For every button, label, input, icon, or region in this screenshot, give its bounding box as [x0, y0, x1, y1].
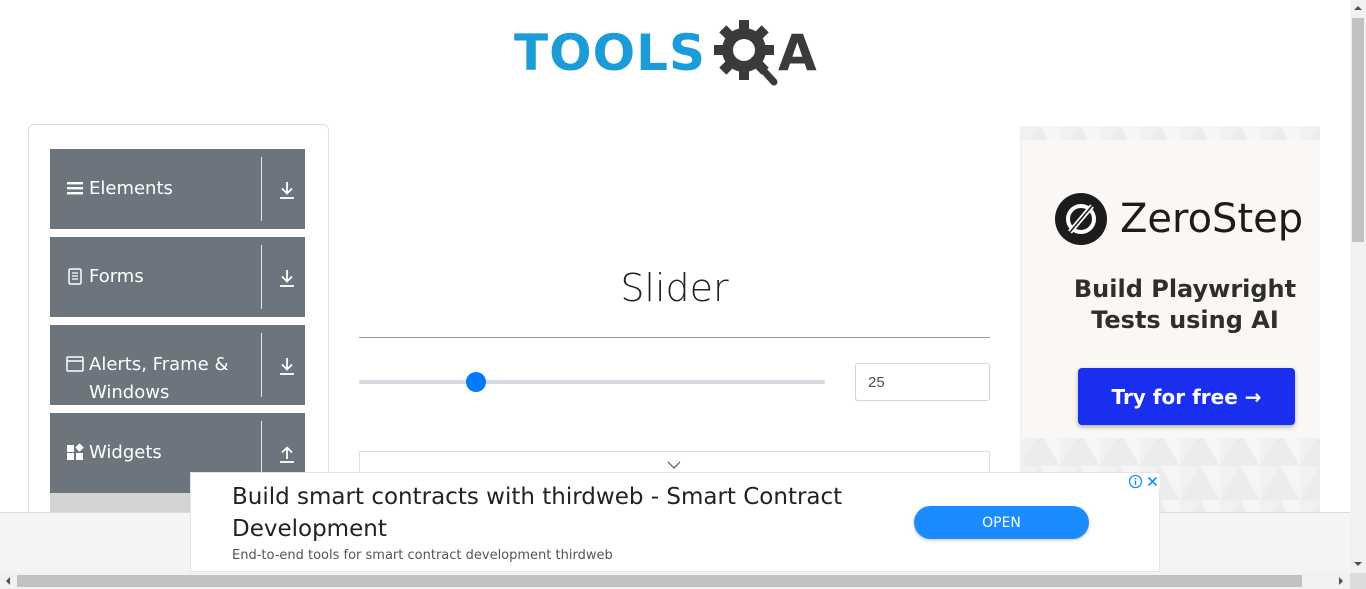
page: TOOLS A Elements Forms Alerts, Frame & W… — [0, 0, 1366, 589]
open-button[interactable]: OPEN — [914, 506, 1089, 539]
toolsqa-logo[interactable]: TOOLS A — [514, 14, 817, 92]
sidebar-group-label: Widgets — [89, 442, 162, 463]
gear-magnifier-icon — [714, 20, 778, 86]
scroll-up-icon[interactable] — [1354, 4, 1362, 12]
horizontal-scrollbar[interactable] — [0, 573, 1350, 589]
hamburger-icon — [67, 182, 83, 195]
sidebar-group-forms[interactable]: Forms — [50, 237, 305, 317]
close-icon[interactable] — [1145, 474, 1160, 489]
sidebar-group-alerts[interactable]: Alerts, Frame & Windows — [50, 325, 305, 405]
vertical-scrollbar[interactable] — [1350, 0, 1366, 574]
ad-tagline: Build Playwright Tests using AI — [1073, 275, 1297, 334]
chevron-down-icon[interactable] — [667, 460, 681, 470]
sidebar-group-label: Alerts, Frame & Windows — [89, 354, 229, 403]
sidebar-group-elements[interactable]: Elements — [50, 149, 305, 229]
divider — [261, 333, 262, 397]
document-icon — [68, 268, 82, 285]
window-icon — [66, 356, 84, 372]
download-arrow-icon — [280, 270, 294, 287]
scrollbar-corner — [1350, 573, 1366, 589]
try-for-free-button[interactable]: Try for free → — [1078, 368, 1295, 425]
download-arrow-icon — [280, 358, 294, 375]
widgets-icon — [67, 443, 84, 460]
bottom-ad[interactable]: Build smart contracts with thirdweb - Sm… — [190, 472, 1160, 572]
upload-arrow-icon — [280, 446, 294, 463]
horizontal-scroll-thumb[interactable] — [17, 575, 1302, 587]
ad-card: ZeroStep Build Playwright Tests using AI… — [1022, 140, 1320, 438]
sidebar-group-label: Forms — [89, 266, 144, 287]
scroll-right-icon[interactable] — [1337, 577, 1345, 585]
download-arrow-icon — [280, 182, 294, 199]
slider-handle[interactable] — [465, 372, 486, 392]
title-divider — [359, 337, 990, 338]
scroll-down-icon[interactable] — [1354, 560, 1362, 568]
logo-text: TOOLS — [514, 24, 706, 82]
ad-brand: ZeroStep — [1120, 196, 1304, 242]
slider-track[interactable] — [359, 380, 825, 384]
scroll-left-icon[interactable] — [4, 577, 12, 585]
sidebar-group-label: Elements — [89, 178, 173, 199]
page-title: Slider — [620, 266, 729, 310]
logo-text-a: A — [778, 24, 817, 82]
divider — [261, 245, 262, 309]
ad-title[interactable]: Build smart contracts with thirdweb - Sm… — [232, 481, 902, 545]
info-icon[interactable] — [1128, 474, 1143, 489]
zerostep-ad[interactable]: ZeroStep Build Playwright Tests using AI… — [1020, 126, 1320, 516]
zerostep-logo-icon — [1055, 193, 1107, 245]
ad-description: End-to-end tools for smart contract deve… — [232, 548, 613, 563]
divider — [261, 157, 262, 221]
slider-value-field[interactable] — [855, 363, 990, 401]
vertical-scroll-thumb[interactable] — [1352, 18, 1364, 242]
